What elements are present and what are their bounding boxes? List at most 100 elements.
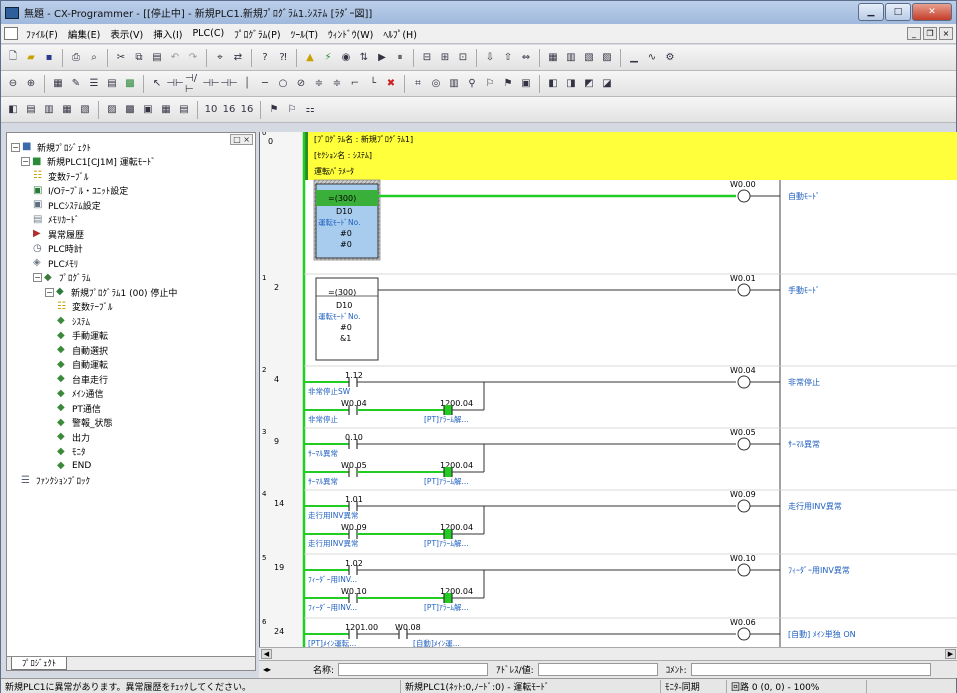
mdi-restore-button[interactable]: ❐ [923, 27, 937, 40]
address-ref-icon[interactable]: ⚲ [464, 76, 480, 92]
comment-icon[interactable]: ✎ [68, 76, 84, 92]
tree-node[interactable]: − ◆ ﾌﾟﾛｸﾞﾗﾑ [33, 271, 91, 285]
bookmark-icon[interactable]: ⚑ [266, 102, 282, 118]
coil-address[interactable]: W0.00 [730, 180, 756, 189]
verify-icon[interactable]: ⇔ [518, 50, 534, 66]
contact-comment[interactable]: ｻｰﾏﾙ異常 [308, 449, 338, 458]
coil-comment[interactable]: ﾌｨｰﾀﾞｰ用INV異常 [788, 566, 850, 575]
memory-view-icon[interactable]: ▥ [446, 76, 462, 92]
minimize-button[interactable]: ▁ [858, 3, 884, 21]
tree-expander-icon[interactable]: − [11, 142, 20, 152]
comment-field[interactable] [690, 663, 931, 676]
ladder-diagram[interactable]: [ﾌﾟﾛｸﾞﾗﾑ名 : 新規ﾌﾟﾛｸﾞﾗﾑ1] [ｾｸｼｮﾝ名 : ｼｽﾃﾑ] 運転… [260, 132, 957, 647]
view-icon[interactable]: ◩ [581, 76, 597, 92]
tree-expander-icon[interactable]: − [45, 287, 54, 297]
bookmark-next-icon[interactable]: ⚐ [284, 102, 300, 118]
wave-icon[interactable]: ∿ [644, 50, 660, 66]
ladder-editor[interactable]: [ﾌﾟﾛｸﾞﾗﾑ名 : 新規ﾌﾟﾛｸﾞﾗﾑ1] [ｾｸｼｮﾝ名 : ｼｽﾃﾑ] 運転… [259, 132, 957, 647]
menu-edit[interactable]: 編集(E) [63, 27, 105, 41]
tree-expander-icon[interactable]: − [21, 157, 30, 166]
pane-close-button[interactable]: □ × [230, 134, 253, 145]
find-icon[interactable]: ⌖ [212, 50, 228, 66]
coil-comment[interactable]: 自動ﾓｰﾄﾞ [788, 191, 820, 201]
menu-file[interactable]: ﾌｧｲﾙ(F) [21, 27, 63, 41]
tree-node[interactable]: ◆ 警報_状態 [57, 416, 113, 430]
coil-comment[interactable]: 非常停止 [788, 377, 820, 387]
or-contact-icon[interactable]: ⊣⊢ [202, 76, 219, 92]
tree-node[interactable]: ◆ 自動選択 [57, 343, 108, 357]
rung-step-number[interactable]: 24 [274, 627, 284, 636]
reset-contact-active[interactable] [444, 529, 452, 539]
contact-comment[interactable]: 走行用INV異常 [308, 538, 358, 548]
online-icon[interactable]: ⚡ [320, 50, 336, 66]
reset-contact-active[interactable] [444, 405, 452, 415]
new-file-icon[interactable]: 🗋 [5, 50, 21, 66]
tree-node[interactable]: ◷ PLC時計 [33, 242, 83, 256]
project-tab[interactable]: ﾌﾟﾛｼﾞｪｸﾄ [11, 657, 68, 670]
project-window-icon[interactable]: ◧ [5, 102, 21, 118]
run-mode-icon[interactable]: ▶ [374, 50, 390, 66]
compile-icon[interactable]: ⊞ [437, 50, 453, 66]
rung-number[interactable]: 1 [262, 274, 266, 282]
horizontal-line-icon[interactable]: ─ [257, 76, 273, 92]
contact-comment[interactable]: [PT]ｱﾗｰﾑ解... [424, 476, 469, 486]
chart-icon[interactable]: ▁ [626, 50, 642, 66]
paste-icon[interactable]: ▤ [149, 50, 165, 66]
menu-window[interactable]: ｳｨﾝﾄﾞｳ(W) [323, 27, 378, 41]
grid-view-icon[interactable]: ▦ [158, 102, 174, 118]
tree-node[interactable]: ☷ 変数ﾃｰﾌﾞﾙ [33, 169, 89, 183]
contact-address[interactable]: 1.01 [345, 495, 363, 504]
contact-comment[interactable]: ﾌｨｰﾀﾞｰ用INV... [308, 603, 357, 612]
display-hex-icon[interactable]: 16 [239, 102, 255, 118]
line-draw-icon[interactable]: ⌐ [347, 76, 363, 92]
coil-comment[interactable]: [自動] ﾒｲﾝ単独 ON [788, 629, 856, 639]
table-icon[interactable]: ▤ [104, 76, 120, 92]
tree-node[interactable]: ◆ ｼｽﾃﾑ [57, 314, 90, 328]
coil-nc-icon[interactable]: ⊘ [293, 76, 309, 92]
copy-icon[interactable]: ⧉ [131, 50, 147, 66]
cut-icon[interactable]: ✂ [113, 50, 129, 66]
rung-number[interactable]: 4 [262, 490, 267, 498]
warning-icon[interactable]: ▲ [302, 50, 318, 66]
tree-node[interactable]: ◆ ﾓﾆﾀ [57, 445, 86, 459]
tree-node[interactable]: ◆ 手動運転 [57, 329, 108, 343]
tree-node[interactable]: ◆ 自動運転 [57, 358, 108, 372]
bookmark-clear-icon[interactable]: ⚏ [302, 102, 318, 118]
coil-comment[interactable]: ｻｰﾏﾙ異常 [788, 440, 820, 449]
mnemonic-view-icon[interactable]: ▩ [122, 102, 138, 118]
coil-address[interactable]: W0.01 [730, 274, 756, 283]
io-comment-icon[interactable]: ◨ [563, 76, 579, 92]
rung-number[interactable]: 6 [262, 618, 267, 626]
stop-mode-icon[interactable]: ⏸ [392, 50, 408, 66]
vertical-line-icon[interactable]: │ [239, 76, 255, 92]
coil-comment[interactable]: 手動ﾓｰﾄﾞ [788, 285, 820, 295]
replace-icon[interactable]: ⇄ [230, 50, 246, 66]
contact-comment[interactable]: 非常停止 [308, 414, 338, 424]
display-16-icon[interactable]: 16 [221, 102, 237, 118]
tree-node[interactable]: ◆ 出力 [57, 430, 90, 444]
coil-address[interactable]: W0.06 [730, 618, 756, 627]
output-coil[interactable] [737, 563, 751, 577]
output-coil[interactable] [737, 283, 751, 297]
tree-node[interactable]: ◆ 台車走行 [57, 372, 108, 386]
contact-address[interactable]: W0.04 [341, 399, 367, 408]
contact-comment[interactable]: ﾌｨｰﾀﾞｰ用INV... [308, 575, 357, 584]
help-icon[interactable]: ? [257, 50, 273, 66]
tree-node[interactable]: ☷ 変数ﾃｰﾌﾞﾙ [57, 300, 113, 314]
contact-address[interactable]: W0.05 [341, 461, 367, 470]
output-coil[interactable] [737, 437, 751, 451]
coil-address[interactable]: W0.10 [730, 554, 756, 563]
info-bar-scroll-icon[interactable]: ◂▸ [263, 665, 271, 674]
tree-node[interactable]: ▣ I/Oﾃｰﾌﾞﾙ・ﾕﾆｯﾄ設定 [33, 184, 128, 198]
tree-node[interactable]: − ■ 新規PLC1[CJ1M] 運転ﾓｰﾄﾞ [21, 155, 156, 169]
diff-icon[interactable]: ◧ [545, 76, 561, 92]
tree-node[interactable]: ▤ ﾒﾓﾘｶｰﾄﾞ [33, 213, 80, 227]
name-field[interactable] [338, 663, 489, 676]
redo-icon[interactable]: ↷ [185, 50, 201, 66]
print-preview-icon[interactable]: ⌕ [86, 50, 102, 66]
menu-help[interactable]: ﾍﾙﾌﾟ(H) [378, 27, 422, 41]
maximize-button[interactable]: □ [885, 3, 911, 21]
output-icon[interactable]: ▣ [518, 76, 534, 92]
instruction-icon[interactable]: ≑ [311, 76, 327, 92]
check-icon[interactable]: ⊡ [455, 50, 471, 66]
